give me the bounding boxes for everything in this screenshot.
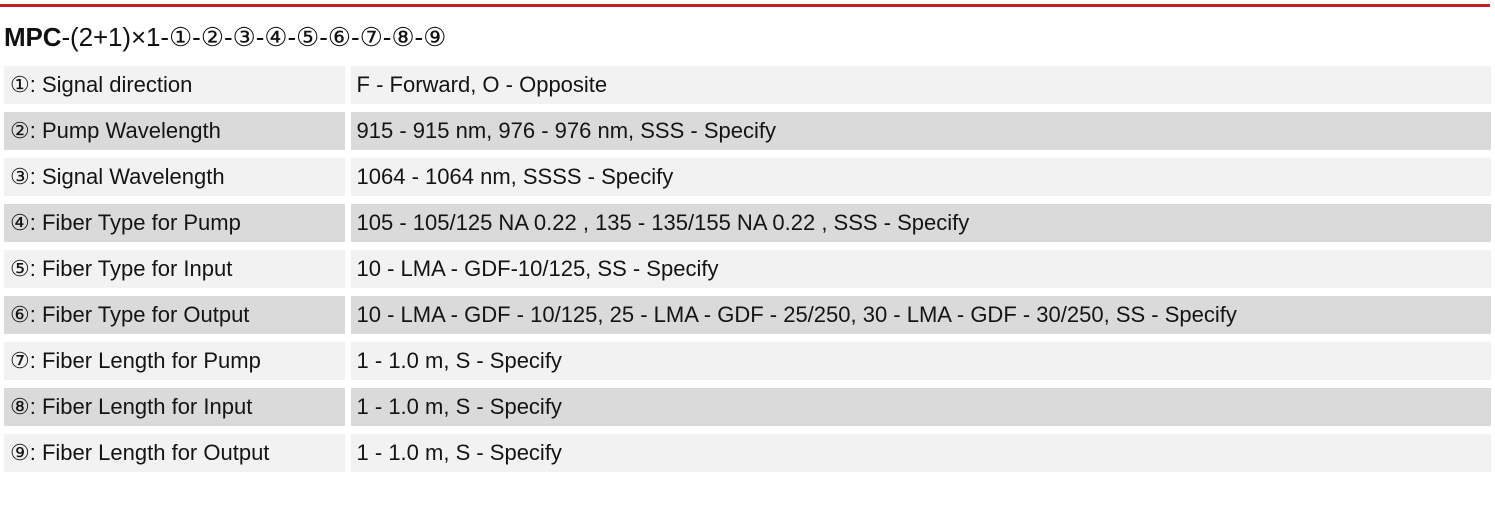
- product-brand-label: MPC: [4, 22, 62, 52]
- option-label-cell: ⑦: Fiber Length for Pump: [4, 338, 345, 384]
- option-value-cell: F - Forward, O - Opposite: [350, 62, 1491, 108]
- table-row: ⑤: Fiber Type for Input 10 - LMA - GDF-1…: [4, 246, 1491, 292]
- table-row: ⑥: Fiber Type for Output 10 - LMA - GDF …: [4, 292, 1491, 338]
- option-value-text: 10 - LMA - GDF - 10/125, 25 - LMA - GDF …: [356, 302, 1237, 327]
- option-label-cell: ⑧: Fiber Length for Input: [4, 384, 345, 430]
- table-row: ②: Pump Wavelength 915 - 915 nm, 976 - 9…: [4, 108, 1491, 154]
- option-label-text: ③: Signal Wavelength: [10, 164, 225, 189]
- option-value-text: 1 - 1.0 m, S - Specify: [356, 440, 562, 465]
- option-value-text: F - Forward, O - Opposite: [356, 72, 608, 97]
- option-value-cell: 1064 - 1064 nm, SSSS - Specify: [350, 154, 1491, 200]
- option-label-text: ⑥: Fiber Type for Output: [10, 302, 250, 327]
- option-label-cell: ⑤: Fiber Type for Input: [4, 246, 345, 292]
- table-row: ⑧: Fiber Length for Input 1 - 1.0 m, S -…: [4, 384, 1491, 430]
- table-row: ⑨: Fiber Length for Output 1 - 1.0 m, S …: [4, 430, 1491, 476]
- option-label-text: ⑨: Fiber Length for Output: [10, 440, 270, 465]
- option-label-text: ②: Pump Wavelength: [10, 118, 221, 143]
- option-value-text: 1 - 1.0 m, S - Specify: [356, 394, 562, 419]
- option-value-cell: 10 - LMA - GDF-10/125, SS - Specify: [350, 246, 1491, 292]
- option-value-cell: 915 - 915 nm, 976 - 976 nm, SSS - Specif…: [350, 108, 1491, 154]
- option-value-cell: 105 - 105/125 NA 0.22 , 135 - 135/155 NA…: [350, 200, 1491, 246]
- table-row: ④: Fiber Type for Pump 105 - 105/125 NA …: [4, 200, 1491, 246]
- option-value-text: 1064 - 1064 nm, SSSS - Specify: [356, 164, 674, 189]
- option-label-text: ⑤: Fiber Type for Input: [10, 256, 233, 281]
- option-label-cell: ③: Signal Wavelength: [4, 154, 345, 200]
- option-label-cell: ②: Pump Wavelength: [4, 108, 345, 154]
- product-code-suffix: -(2+1)×1-①-②-③-④-⑤-⑥-⑦-⑧-⑨: [61, 22, 447, 52]
- option-label-cell: ⑥: Fiber Type for Output: [4, 292, 345, 338]
- option-code-table: ①: Signal direction F - Forward, O - Opp…: [4, 62, 1491, 476]
- table-row: ③: Signal Wavelength 1064 - 1064 nm, SSS…: [4, 154, 1491, 200]
- page-title: MPC-(2+1)×1-①-②-③-④-⑤-⑥-⑦-⑧-⑨: [4, 22, 446, 52]
- option-value-text: 915 - 915 nm, 976 - 976 nm, SSS - Specif…: [356, 118, 776, 143]
- option-label-text: ①: Signal direction: [10, 72, 193, 97]
- option-label-cell: ①: Signal direction: [4, 62, 345, 108]
- option-value-cell: 1 - 1.0 m, S - Specify: [350, 338, 1491, 384]
- option-value-cell: 1 - 1.0 m, S - Specify: [350, 384, 1491, 430]
- option-code-table-body: ①: Signal direction F - Forward, O - Opp…: [4, 62, 1491, 476]
- option-value-text: 105 - 105/125 NA 0.22 , 135 - 135/155 NA…: [356, 210, 970, 235]
- option-label-text: ④: Fiber Type for Pump: [10, 210, 241, 235]
- product-code-spec-page: MPC-(2+1)×1-①-②-③-④-⑤-⑥-⑦-⑧-⑨ ①: Signal …: [0, 0, 1495, 525]
- option-value-cell: 1 - 1.0 m, S - Specify: [350, 430, 1491, 476]
- header-accent-rule: [0, 4, 1490, 7]
- table-row: ⑦: Fiber Length for Pump 1 - 1.0 m, S - …: [4, 338, 1491, 384]
- option-value-text: 1 - 1.0 m, S - Specify: [356, 348, 562, 373]
- option-label-cell: ⑨: Fiber Length for Output: [4, 430, 345, 476]
- option-label-text: ⑧: Fiber Length for Input: [10, 394, 253, 419]
- option-label-cell: ④: Fiber Type for Pump: [4, 200, 345, 246]
- table-row: ①: Signal direction F - Forward, O - Opp…: [4, 62, 1491, 108]
- option-label-text: ⑦: Fiber Length for Pump: [10, 348, 261, 373]
- option-value-cell: 10 - LMA - GDF - 10/125, 25 - LMA - GDF …: [350, 292, 1491, 338]
- option-value-text: 10 - LMA - GDF-10/125, SS - Specify: [356, 256, 719, 281]
